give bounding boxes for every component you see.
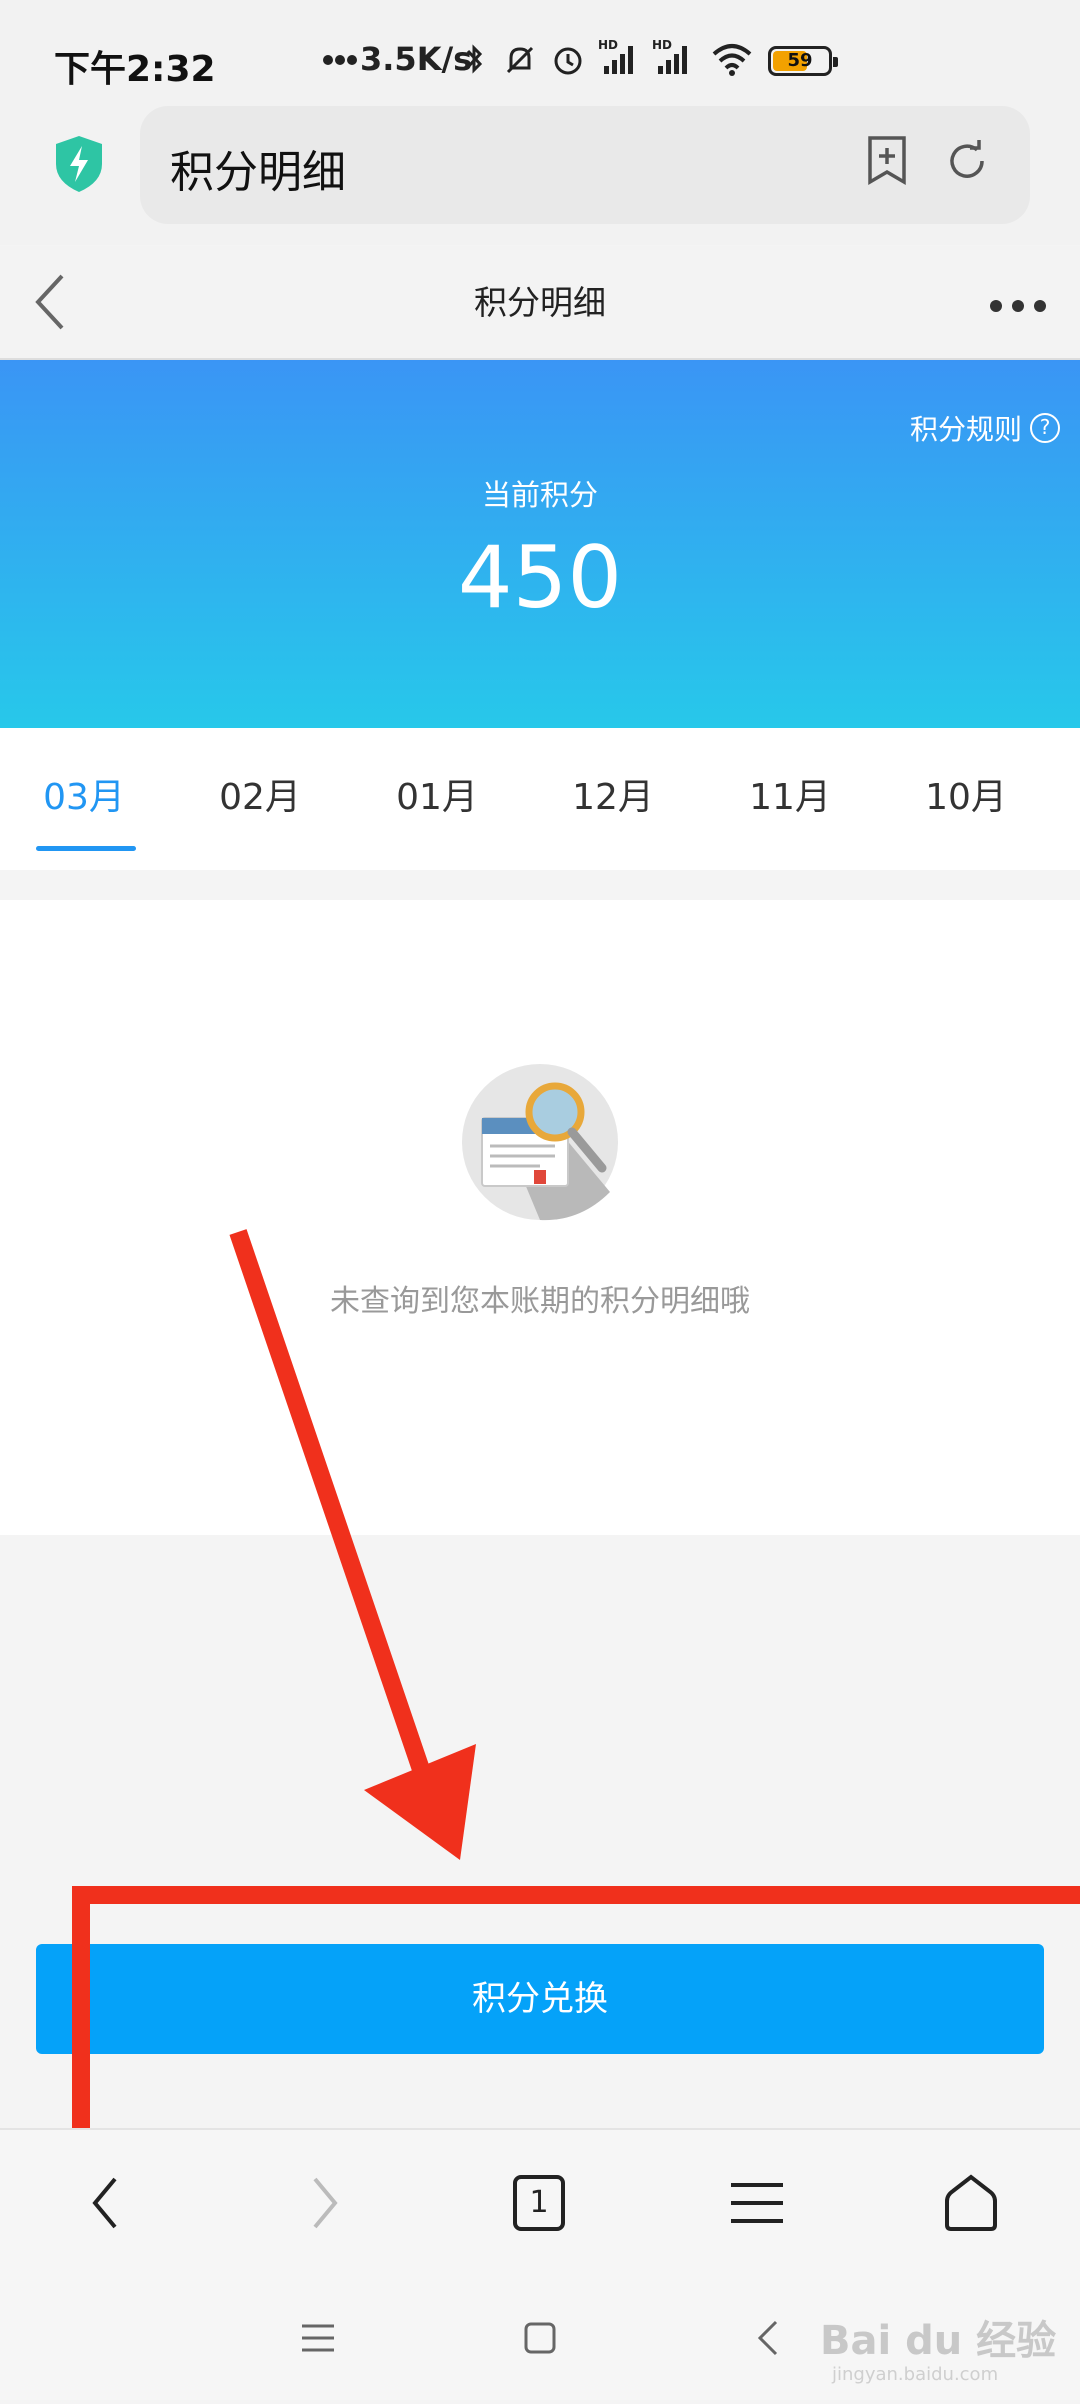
shield-icon[interactable] [52,134,106,198]
status-time: 下午2:32 [54,49,216,90]
more-dots-icon [322,52,358,72]
add-bookmark-icon[interactable] [864,134,910,190]
tab-month-02[interactable]: 02月 [200,768,320,820]
nav-forward-icon[interactable] [280,2158,370,2248]
address-bar[interactable]: 积分明细 [140,106,1030,224]
baidu-watermark: Bai du 经验 [820,2318,1057,2364]
bluetooth-icon [462,42,486,82]
tab-month-12[interactable]: 12月 [553,768,673,820]
system-home-icon[interactable] [510,2308,570,2368]
refresh-icon[interactable] [944,138,990,188]
battery-icon: 59 [768,46,838,76]
tab-month-01[interactable]: 01月 [377,768,497,820]
nav-back-icon[interactable] [60,2158,150,2248]
empty-search-icon [460,1062,620,1226]
tab-month-10[interactable]: 10月 [906,768,1026,820]
current-points-label: 当前积分 [481,478,598,512]
address-text: 积分明细 [170,147,346,198]
system-nav-bar: Bai du 经验 jingyan.baidu.com [0,2272,1080,2400]
help-icon: ? [1030,413,1060,443]
more-options-icon[interactable] [988,298,1048,318]
battery-level: 59 [787,50,813,71]
system-back-icon[interactable] [738,2308,798,2368]
points-banner: 积分规则 ? 当前积分 450 [0,360,1080,728]
signal-label-1: HD [598,38,619,52]
home-icon[interactable] [926,2158,1016,2248]
tabs-count-button[interactable]: 1 [494,2158,584,2248]
empty-state-message: 未查询到您本账期的积分明细哦 [330,1284,750,1319]
annotation-highlight-box [72,1886,1080,2159]
tabs-count: 1 [513,2175,565,2231]
current-points-value: 450 [457,528,623,628]
signal-icon-1: HD [598,38,642,82]
tab-month-11[interactable]: 11月 [730,768,850,820]
alarm-icon [550,42,586,82]
signal-label-2: HD [652,38,673,52]
muted-bell-icon [502,42,538,82]
points-rules-label: 积分规则 [909,413,1022,446]
tab-month-03[interactable]: 03月 [24,768,144,820]
baidu-watermark-url: jingyan.baidu.com [832,2364,999,2385]
points-rules-link[interactable]: 积分规则 ? [910,408,1060,448]
active-tab-indicator [36,846,136,851]
status-bar: 下午2:32 3.5K/s HD HD 59 [0,0,1080,110]
browser-bottom-nav: 1 [0,2128,1080,2274]
month-tabs: 03月 02月 01月 12月 11月 10月 [0,728,1080,870]
page-title: 积分明细 [474,283,606,322]
signal-icon-2: HD [652,38,696,82]
menu-icon[interactable] [712,2158,802,2248]
system-menu-icon[interactable] [288,2308,348,2368]
page-header: 积分明细 [0,246,1080,360]
points-detail-list: 未查询到您本账期的积分明细哦 [0,900,1080,1535]
wifi-icon [710,42,754,82]
network-speed: 3.5K/s [360,40,473,78]
